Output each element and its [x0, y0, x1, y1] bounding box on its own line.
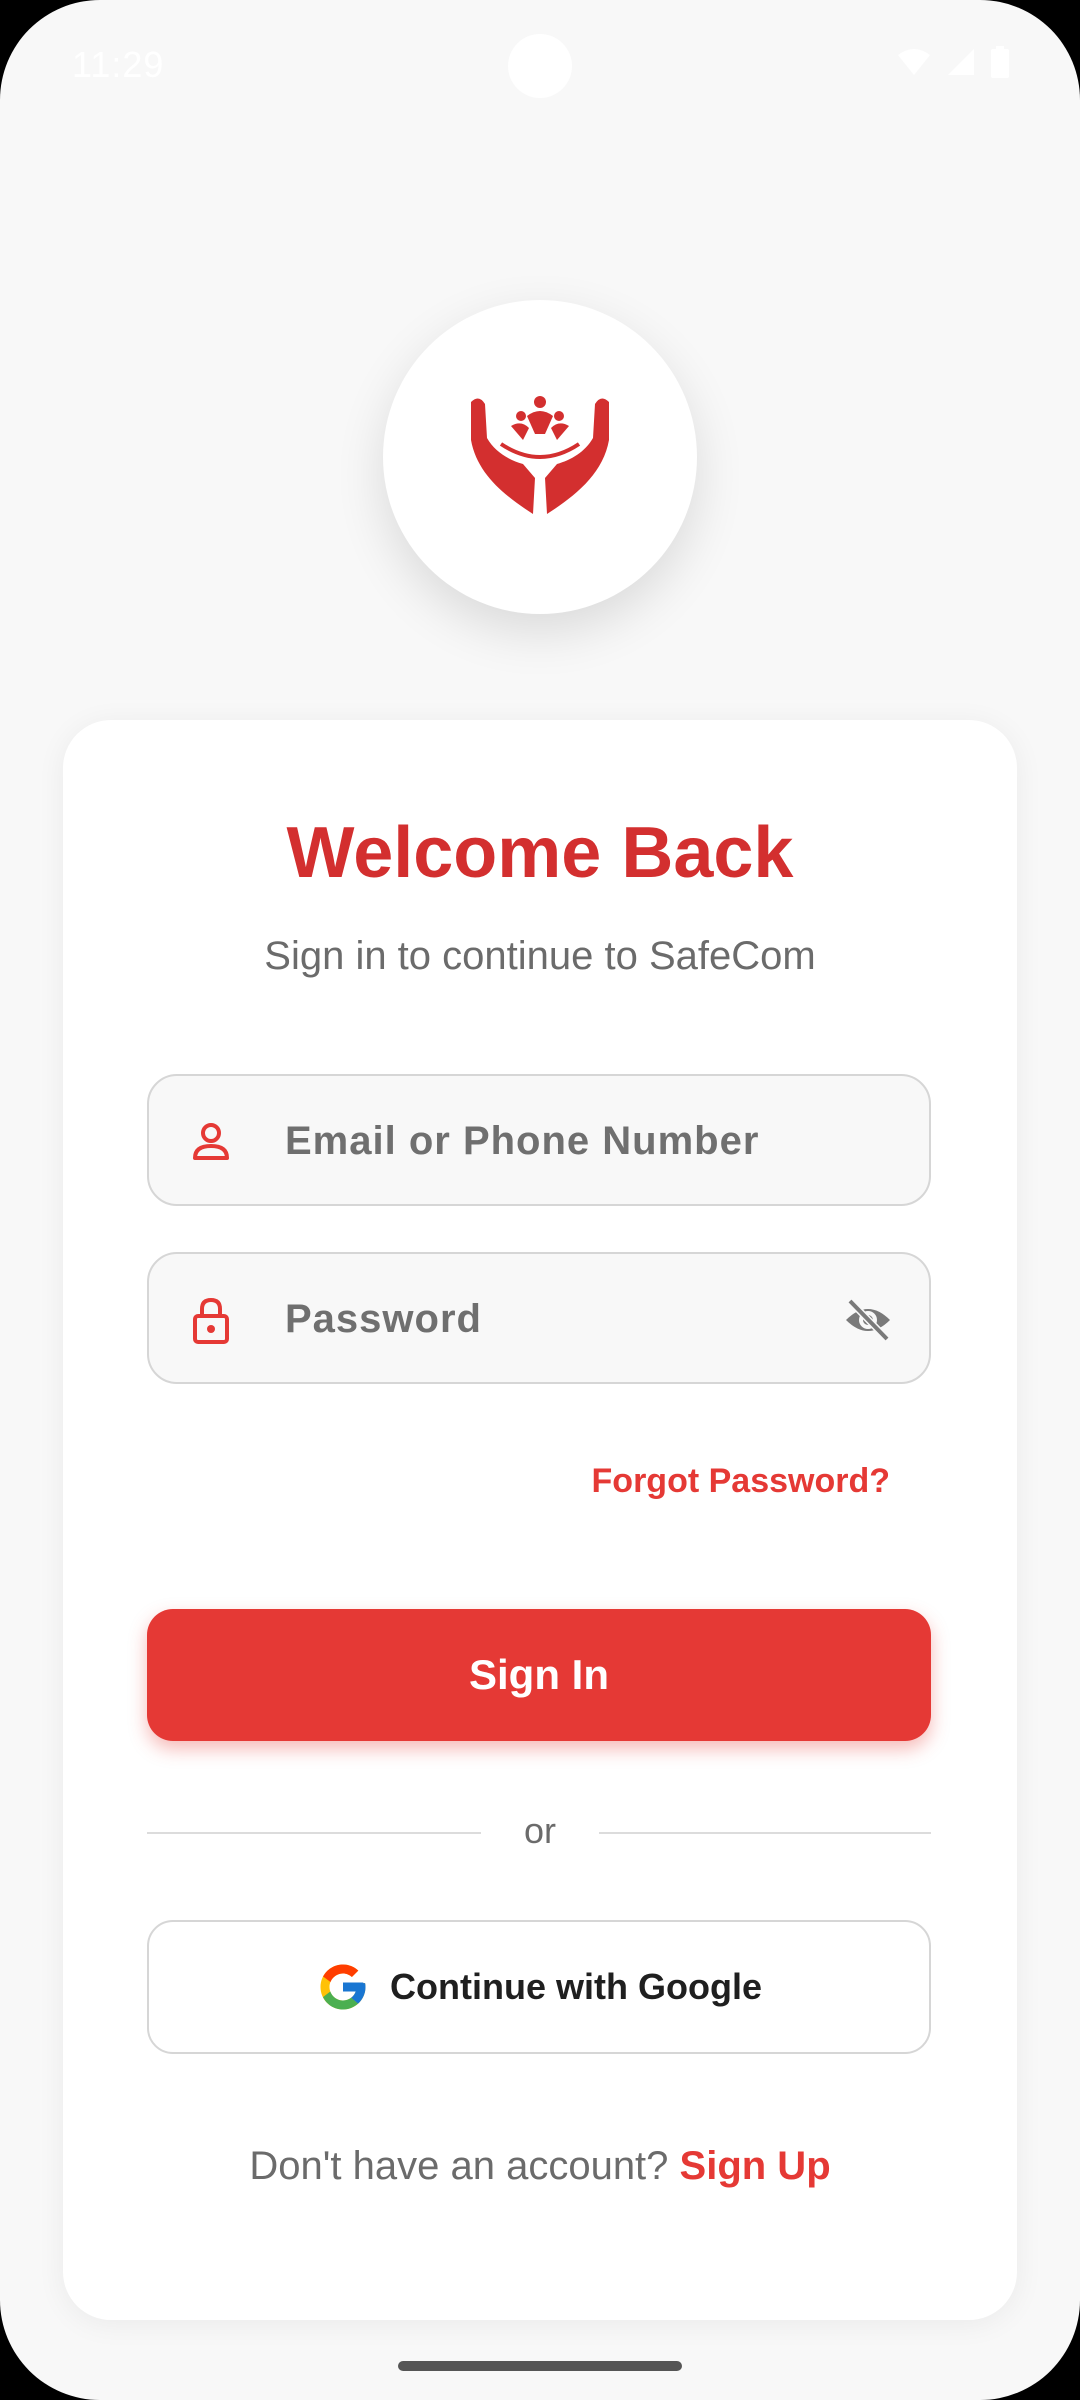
forgot-password-link[interactable]: Forgot Password?	[592, 1462, 890, 1501]
password-input[interactable]	[283, 1254, 847, 1384]
eye-off-icon[interactable]	[843, 1298, 893, 1342]
lock-icon	[193, 1297, 229, 1344]
front-camera	[508, 34, 572, 98]
sign-in-button[interactable]: Sign In	[147, 1609, 931, 1741]
signup-prompt: Don't have an account?	[249, 2144, 680, 2188]
sign-up-link[interactable]: Sign Up	[680, 2144, 831, 2188]
person-icon	[193, 1123, 229, 1160]
google-button-label: Continue with Google	[390, 1966, 762, 2007]
status-bar: 11:29	[0, 0, 1080, 130]
phone-screen: 11:29 Welcome Back Sign in to continue t…	[0, 0, 1080, 2400]
email-input[interactable]	[283, 1076, 847, 1206]
google-signin-button[interactable]: Continue with Google	[147, 1920, 931, 2054]
app-logo	[383, 300, 697, 614]
google-logo-icon	[320, 1964, 366, 2010]
email-field[interactable]	[147, 1074, 931, 1206]
signup-row: Don't have an account? Sign Up	[63, 2144, 1017, 2189]
password-field[interactable]	[147, 1252, 931, 1384]
login-card: Welcome Back Sign in to continue to Safe…	[63, 720, 1017, 2320]
divider-line-right	[599, 1832, 931, 1834]
wifi-icon	[898, 49, 930, 75]
divider-label: or	[523, 1810, 556, 1851]
signal-icon	[948, 49, 974, 75]
status-time: 11:29	[72, 44, 165, 85]
welcome-subtitle: Sign in to continue to SafeCom	[264, 934, 816, 978]
home-indicator[interactable]	[398, 2361, 682, 2371]
status-icons	[896, 46, 1010, 78]
helping-hands-logo-icon	[471, 396, 609, 514]
welcome-title: Welcome Back	[286, 813, 794, 893]
battery-icon	[991, 46, 1009, 78]
